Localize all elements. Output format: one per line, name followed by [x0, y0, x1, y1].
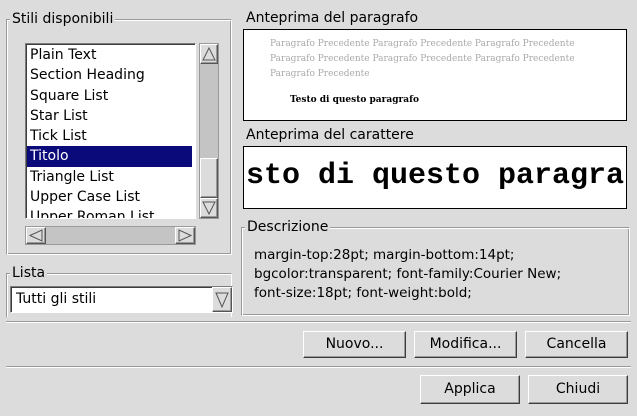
new-style-button[interactable]: Nuovo... — [303, 331, 406, 358]
list-group-title: Lista — [10, 264, 48, 282]
list-item[interactable]: Upper Case List — [26, 187, 195, 207]
paragraph-sample-text: Testo di questo paragrafo — [290, 95, 419, 105]
separator-top — [6, 321, 631, 323]
preceding-paragraph-line: Paragrafo Precedente Paragrafo Precedent… — [270, 39, 575, 49]
list-item[interactable]: Tick List — [26, 126, 195, 146]
horizontal-scrollbar[interactable] — [25, 226, 196, 245]
list-item[interactable]: Square List — [26, 86, 195, 106]
styles-group-title: Stili disponibili — [10, 10, 116, 28]
chevron-down-icon — [215, 292, 229, 309]
style-filter-combo[interactable]: Tutti gli stili — [10, 286, 233, 313]
char-preview-box: sto di questo paragra — [243, 146, 627, 209]
triangle-down-icon — [202, 201, 216, 216]
delete-style-button[interactable]: Cancella — [525, 331, 628, 358]
preceding-paragraph-line: Paragrafo Precedente — [270, 69, 370, 79]
description-group: Descrizione margin-top:28pt; margin-bott… — [241, 218, 630, 316]
triangle-right-icon — [178, 229, 193, 242]
style-filter-value: Tutti gli stili — [16, 291, 97, 307]
triangle-up-icon — [202, 46, 216, 61]
list-item[interactable]: Upper Roman List — [26, 207, 195, 218]
scroll-thumb[interactable] — [200, 158, 218, 198]
paragraph-preview-box: Paragrafo Precedente Paragrafo Precedent… — [243, 29, 627, 121]
list-item-selected[interactable]: Titolo — [27, 146, 192, 167]
preceding-paragraph-line: Paragrafo Precedente Paragrafo Precedent… — [270, 54, 575, 64]
description-line: font-size:18pt; font-weight:bold; — [254, 285, 472, 301]
scroll-down-button[interactable] — [200, 198, 218, 218]
separator-bottom — [6, 366, 631, 368]
char-sample-text: sto di questo paragra — [246, 159, 625, 193]
description-line: margin-top:28pt; margin-bottom:14pt; — [254, 247, 515, 263]
description-line: bgcolor:transparent; font-family:Courier… — [254, 266, 562, 282]
combo-dropdown-button[interactable] — [212, 287, 232, 312]
char-preview-title: Anteprima del carattere — [244, 126, 416, 144]
styles-list[interactable]: Plain Text Section Heading Square List S… — [25, 43, 196, 219]
horizontal-scroll-track-thumb[interactable] — [46, 227, 174, 244]
close-button[interactable]: Chiudi — [528, 375, 628, 404]
list-item[interactable]: Star List — [26, 106, 195, 126]
apply-button[interactable]: Applica — [420, 375, 520, 404]
scroll-right-button[interactable] — [175, 227, 195, 244]
list-item[interactable]: Section Heading — [26, 65, 195, 85]
scroll-up-button[interactable] — [200, 44, 218, 64]
scroll-left-button[interactable] — [26, 227, 46, 244]
vertical-scrollbar[interactable] — [199, 43, 219, 219]
paragraph-preview-title: Anteprima del paragrafo — [244, 9, 421, 27]
triangle-left-icon — [28, 229, 43, 242]
list-item[interactable]: Triangle List — [26, 167, 195, 187]
modify-style-button[interactable]: Modifica... — [414, 331, 517, 358]
description-title: Descrizione — [245, 218, 331, 236]
list-item[interactable]: Plain Text — [26, 45, 195, 65]
